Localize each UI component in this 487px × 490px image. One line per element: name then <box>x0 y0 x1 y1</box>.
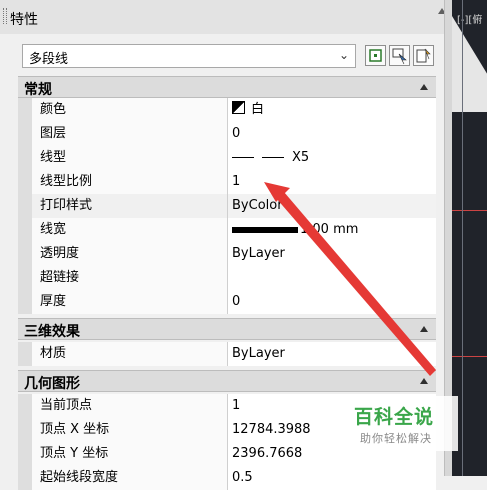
collapse-arrow-icon[interactable] <box>420 378 428 384</box>
property-value[interactable]: X5 <box>228 146 436 170</box>
pickadd-icon <box>369 49 382 62</box>
property-row-layer[interactable]: 图层 0 <box>18 122 436 146</box>
property-value[interactable]: 白 <box>228 98 436 122</box>
watermark-subtitle: 助你轻松解决 <box>360 432 432 445</box>
property-name: 线宽 <box>32 218 228 242</box>
section-label: 常规 <box>24 82 52 98</box>
watermark-title: 百科全说 <box>354 406 435 428</box>
property-name: 线型比例 <box>32 170 228 194</box>
property-value[interactable]: 1 <box>228 170 436 194</box>
property-value[interactable]: ByColor <box>228 194 436 218</box>
drawing-line <box>452 210 487 211</box>
select-objects-button[interactable] <box>389 45 410 66</box>
property-row-linetype[interactable]: 线型 X5 <box>18 146 436 170</box>
property-name: 顶点 Y 坐标 <box>32 442 228 466</box>
property-name: 起始线段宽度 <box>32 466 228 490</box>
property-name: 线型 <box>32 146 228 170</box>
section-general[interactable]: 常规 <box>18 76 436 98</box>
linetype-dash-icon <box>232 157 254 158</box>
linetype-dash-icon <box>262 157 284 158</box>
viewport-label[interactable]: [-][俯 <box>457 11 482 26</box>
property-row-linetype-scale[interactable]: 线型比例 1 <box>18 170 436 194</box>
property-value[interactable]: ByLayer <box>228 342 436 366</box>
property-name: 当前顶点 <box>32 394 228 418</box>
property-name: 颜色 <box>32 98 228 122</box>
property-name: 图层 <box>32 122 228 146</box>
collapse-arrow-icon[interactable] <box>420 326 428 332</box>
property-row-hyperlink[interactable]: 超链接 <box>18 266 436 290</box>
property-name: 顶点 X 坐标 <box>32 418 228 442</box>
property-row-start-segment-width[interactable]: 起始线段宽度 0.5 <box>18 466 436 490</box>
property-value[interactable] <box>228 266 436 290</box>
property-value[interactable]: 1.00 mm <box>228 218 436 242</box>
panel-title: 特性 <box>10 12 38 28</box>
section-label: 几何图形 <box>24 376 80 392</box>
property-row-lineweight[interactable]: 线宽 1.00 mm <box>18 218 436 242</box>
section-3d-effects[interactable]: 三维效果 <box>18 318 436 340</box>
section-label: 三维效果 <box>24 324 80 340</box>
properties-titlebar: 特性 <box>0 0 446 34</box>
chevron-down-icon: ⌄ <box>338 48 349 62</box>
collapse-arrow-icon[interactable] <box>420 84 428 90</box>
color-swatch-icon <box>232 101 245 114</box>
drag-grip-icon[interactable] <box>3 8 7 24</box>
property-row-plot-style[interactable]: 打印样式 ByColor <box>18 194 436 218</box>
quick-select-button[interactable] <box>413 45 434 66</box>
property-value[interactable]: 0 <box>228 122 436 146</box>
drawing-line <box>462 0 463 476</box>
property-name: 材质 <box>32 342 228 366</box>
property-value[interactable]: ByLayer <box>228 242 436 266</box>
section-geometry[interactable]: 几何图形 <box>18 370 436 392</box>
object-type-select[interactable]: 多段线 ⌄ <box>22 44 356 68</box>
property-name: 透明度 <box>32 242 228 266</box>
toggle-pickadd-button[interactable] <box>365 45 386 66</box>
quick-select-icon <box>416 48 431 63</box>
watermark: 百科全说 助你轻松解决 <box>340 396 458 451</box>
property-row-color[interactable]: 颜色 白 <box>18 98 436 122</box>
property-row-thickness[interactable]: 厚度 0 <box>18 290 436 314</box>
property-name: 厚度 <box>32 290 228 314</box>
property-name: 打印样式 <box>32 194 228 218</box>
property-row-material[interactable]: 材质 ByLayer <box>18 342 436 366</box>
drawing-entity <box>452 16 487 112</box>
select-objects-icon <box>392 48 407 65</box>
object-type-value: 多段线 <box>29 52 69 67</box>
drawing-line <box>452 356 487 357</box>
property-name: 超链接 <box>32 266 228 290</box>
property-row-transparency[interactable]: 透明度 ByLayer <box>18 242 436 266</box>
property-value[interactable]: 0.5 <box>228 466 436 490</box>
property-value[interactable]: 0 <box>228 290 436 314</box>
lineweight-bar-icon <box>232 226 298 233</box>
